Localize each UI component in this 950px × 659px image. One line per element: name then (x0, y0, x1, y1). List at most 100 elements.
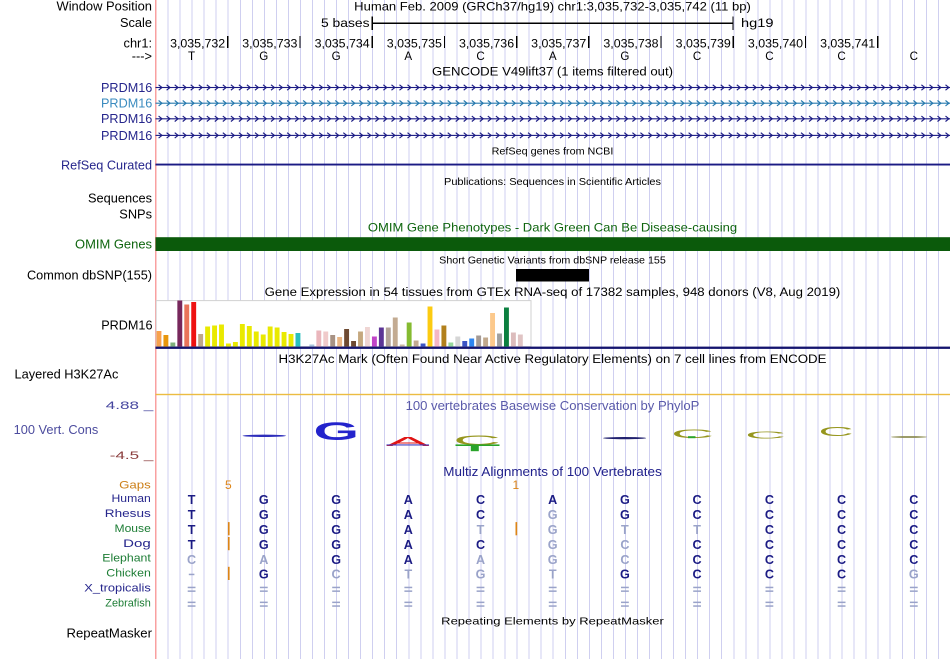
svg-text:Human Feb. 2009 (GRCh37/hg19): Human Feb. 2009 (GRCh37/hg19) chr1:3,035… (354, 0, 751, 14)
svg-text:C: C (765, 568, 774, 582)
svg-text:A: A (404, 508, 413, 522)
svg-text:G: G (476, 568, 486, 582)
svg-text:G: G (620, 508, 630, 522)
svg-text:GENCODE V49lift37 (1 items fil: GENCODE V49lift37 (1 items filtered out) (432, 65, 673, 79)
svg-text:3,035,732: 3,035,732 (170, 37, 225, 51)
svg-text:C: C (476, 493, 485, 507)
svg-text:PRDM16: PRDM16 (101, 80, 152, 95)
svg-text:C: C (819, 424, 854, 439)
svg-text:C: C (765, 50, 773, 63)
svg-text:C: C (693, 508, 702, 522)
svg-text:C: C (837, 493, 846, 507)
svg-text:G: G (259, 538, 269, 552)
svg-text:G: G (620, 50, 629, 63)
svg-text:5 bases: 5 bases (321, 16, 370, 30)
svg-text:C: C (765, 523, 774, 537)
svg-text:G: G (548, 508, 558, 522)
svg-text:Rhesus: Rhesus (105, 508, 151, 520)
svg-text:C: C (909, 493, 918, 507)
svg-text:Gene Expression in 54 tissues: Gene Expression in 54 tissues from GTEx … (265, 285, 841, 299)
svg-text:G: G (548, 538, 558, 552)
svg-text:G: G (331, 493, 341, 507)
svg-text:T: T (621, 523, 629, 537)
svg-text:3,035,734: 3,035,734 (315, 37, 370, 51)
svg-text:G: G (259, 523, 269, 537)
svg-text:T: T (188, 50, 195, 63)
svg-text:A: A (476, 553, 485, 567)
svg-text:Elephant: Elephant (102, 553, 151, 565)
svg-text:-4.5 _: -4.5 _ (110, 450, 155, 462)
svg-text:3,035,733: 3,035,733 (242, 37, 297, 51)
svg-text:OMIM Genes: OMIM Genes (75, 236, 152, 251)
svg-text:A: A (549, 50, 557, 63)
svg-text:C: C (837, 553, 846, 567)
svg-text:Window Position: Window Position (57, 0, 153, 14)
svg-text:T: T (693, 523, 701, 537)
svg-text:G: G (259, 508, 269, 522)
svg-text:G: G (331, 508, 341, 522)
svg-text:hg19: hg19 (741, 16, 774, 30)
svg-text:100 Vert. Cons: 100 Vert. Cons (14, 422, 99, 437)
svg-text:C: C (837, 508, 846, 522)
svg-text:G: G (332, 50, 341, 63)
svg-text:Dog: Dog (123, 538, 151, 550)
svg-text:Gaps: Gaps (119, 480, 151, 492)
svg-text:PRDM16: PRDM16 (101, 128, 152, 143)
svg-text:C: C (837, 568, 846, 582)
svg-text:Zebrafish: Zebrafish (105, 597, 151, 609)
svg-text:G: G (259, 50, 268, 63)
svg-text:C: C (693, 538, 702, 552)
svg-text:100 vertebrates Basewise Conse: 100 vertebrates Basewise Conservation by… (406, 399, 700, 413)
svg-text:3,035,740: 3,035,740 (748, 37, 803, 51)
svg-text:--->: ---> (132, 48, 152, 63)
svg-text:A: A (404, 523, 413, 537)
svg-text:G: G (331, 538, 341, 552)
svg-text:C: C (765, 508, 774, 522)
svg-text:A: A (404, 50, 412, 63)
svg-text:G: G (909, 568, 919, 582)
svg-text:C: C (476, 50, 484, 63)
svg-text:3,035,739: 3,035,739 (676, 37, 731, 51)
svg-text:A: A (404, 553, 413, 567)
svg-text:C: C (909, 553, 918, 567)
svg-text:Repeating Elements by RepeatMa: Repeating Elements by RepeatMasker (441, 617, 664, 628)
svg-text:A: A (404, 538, 413, 552)
svg-text:T: T (188, 493, 196, 507)
svg-text:T: T (188, 508, 196, 522)
svg-text:T: T (188, 523, 196, 537)
svg-text:C: C (332, 568, 341, 582)
svg-text:G: G (548, 553, 558, 567)
svg-text:C: C (671, 428, 714, 441)
svg-text:C: C (620, 553, 629, 567)
svg-text:C: C (909, 523, 918, 537)
svg-text:Common dbSNP(155): Common dbSNP(155) (27, 267, 152, 282)
svg-text:H3K27Ac Mark (Often Found Near: H3K27Ac Mark (Often Found Near Active Re… (279, 352, 827, 366)
svg-text:C: C (765, 493, 774, 507)
svg-text:T: T (404, 568, 412, 582)
svg-text:G: G (548, 523, 558, 537)
svg-text:1: 1 (512, 478, 519, 492)
svg-text:Scale: Scale (120, 15, 152, 30)
svg-text:G: G (331, 523, 341, 537)
svg-text:C: C (909, 508, 918, 522)
svg-text:RefSeq genes from NCBI: RefSeq genes from NCBI (492, 147, 614, 158)
svg-text:A: A (259, 553, 268, 567)
svg-text:G: G (331, 553, 341, 567)
svg-text:C: C (837, 523, 846, 537)
svg-text:Short Genetic Variants from db: Short Genetic Variants from dbSNP releas… (439, 256, 666, 267)
svg-text:C: C (837, 538, 846, 552)
svg-text:C: C (187, 553, 196, 567)
svg-text:5: 5 (225, 478, 232, 492)
svg-text:3,035,741: 3,035,741 (820, 37, 875, 51)
svg-text:C: C (910, 50, 918, 63)
svg-text:Human: Human (112, 493, 151, 505)
svg-text:OMIM Gene Phenotypes - Dark Gr: OMIM Gene Phenotypes - Dark Green Can Be… (368, 221, 737, 235)
svg-text:T: T (188, 538, 196, 552)
svg-text:Multiz Alignments of 100 Verte: Multiz Alignments of 100 Vertebrates (443, 464, 662, 479)
svg-text:PRDM16: PRDM16 (101, 317, 152, 332)
svg-text:C: C (693, 493, 702, 507)
svg-text:Mouse: Mouse (115, 523, 151, 535)
svg-text:G: G (259, 568, 269, 582)
svg-text:A: A (404, 493, 413, 507)
svg-text:Publications: Sequences in Sci: Publications: Sequences in Scientific Ar… (444, 177, 661, 188)
